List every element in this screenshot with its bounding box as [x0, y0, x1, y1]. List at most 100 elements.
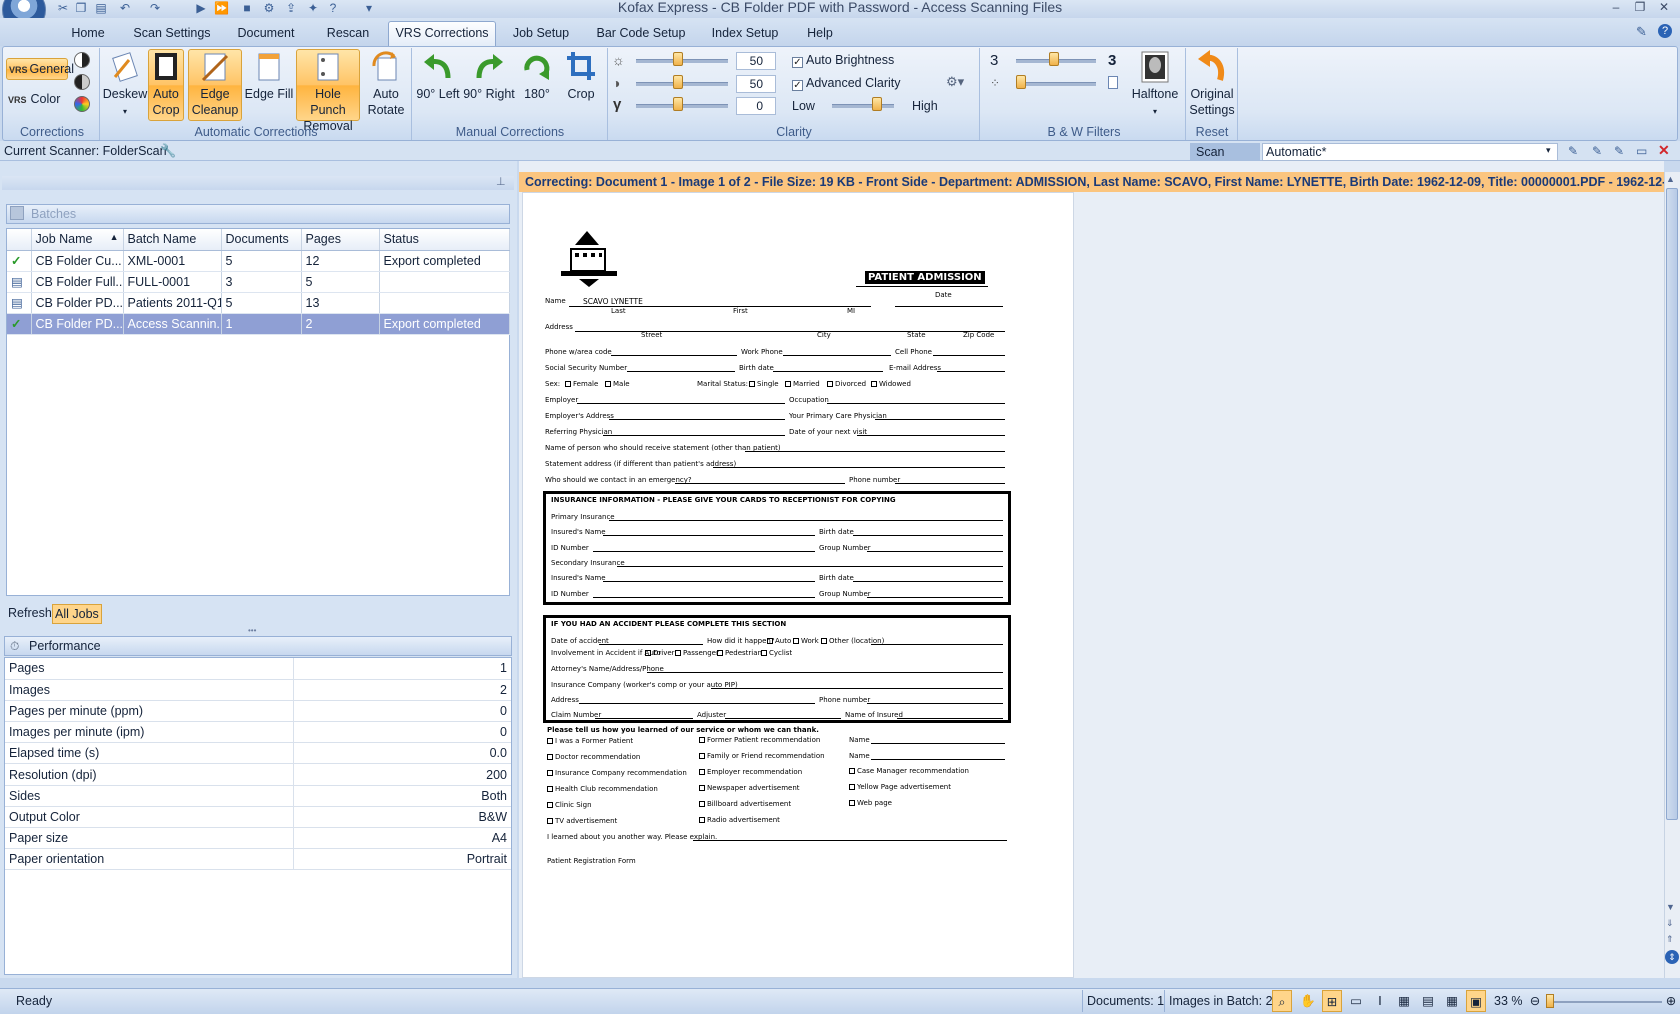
contrast-icon[interactable]	[74, 74, 90, 90]
checkbox-icon	[849, 768, 855, 774]
cell-status: Export completed	[379, 250, 510, 272]
bw-slider-b[interactable]	[1016, 82, 1096, 86]
pan-tool-icon[interactable]: ✋	[1298, 990, 1318, 1012]
page-up-icon[interactable]: ⇑	[1666, 934, 1674, 945]
minimize-icon[interactable]: –	[1606, 0, 1626, 16]
profile-delete-icon[interactable]: ✕	[1658, 142, 1670, 159]
brightness-spinner[interactable]: 50	[736, 52, 776, 70]
scan-profile-dropdown-icon[interactable]: ▾	[1546, 145, 1551, 156]
form-label: Group Number	[819, 544, 871, 552]
threshold-icon[interactable]	[74, 52, 90, 68]
brightness-icon: ☼	[612, 52, 625, 68]
form-label: Birth date	[819, 528, 854, 536]
form-label: Newspaper advertisement	[707, 784, 800, 792]
clarity-settings-icon[interactable]: ⚙▾	[946, 74, 964, 90]
close-icon[interactable]: ✕	[1654, 0, 1674, 16]
col-batch-name[interactable]: Batch Name	[123, 229, 222, 251]
table-row-selected[interactable]: ✓ CB Folder PD... Access Scannin... 1 2 …	[7, 313, 510, 335]
rotate-left-button[interactable]: 90° Left	[414, 50, 462, 102]
original-settings-button[interactable]: Original Settings	[1186, 50, 1238, 118]
col-pages[interactable]: Pages	[301, 229, 380, 251]
tab-document[interactable]: Document	[232, 24, 300, 44]
rotate-180-button[interactable]: 180°	[518, 50, 556, 102]
tab-bar-code-setup[interactable]: Bar Code Setup	[594, 24, 688, 44]
nav-icon[interactable]: ⇕	[1665, 950, 1679, 964]
color-button[interactable]: VRS Color	[6, 89, 68, 111]
zoom-slider[interactable]	[1546, 1001, 1662, 1003]
tab-scan-settings[interactable]: Scan Settings	[128, 24, 216, 44]
color-wheel-icon[interactable]	[74, 96, 90, 112]
profile-new-icon[interactable]: ✎	[1568, 144, 1578, 158]
page-down-icon[interactable]: ⇓	[1666, 918, 1674, 929]
cell-batch: Access Scannin...	[123, 313, 222, 335]
document-image[interactable]: PATIENT ADMISSION Name SCAVO LYNETTE Las…	[522, 192, 1074, 978]
scroll-thumb[interactable]	[1666, 188, 1678, 820]
all-jobs-button[interactable]: All Jobs	[52, 604, 102, 624]
scroll-down-icon[interactable]: ▼	[1666, 902, 1675, 912]
refresh-button[interactable]: Refresh	[6, 604, 54, 622]
auto-crop-button[interactable]: Auto Crop	[148, 49, 184, 121]
tab-home[interactable]: Home	[66, 24, 110, 44]
tab-index-setup[interactable]: Index Setup	[708, 24, 782, 44]
perf-value: A4	[292, 827, 511, 850]
crop-button[interactable]: Crop	[560, 50, 602, 102]
deskew-button[interactable]: Deskew ▾	[102, 50, 148, 120]
scan-profile-select[interactable]: Automatic*	[1262, 143, 1558, 161]
advanced-clarity-checkbox[interactable]: ✓ Advanced Clarity	[792, 73, 901, 95]
tab-help[interactable]: Help	[800, 24, 840, 44]
fit-width-icon[interactable]: ⊞	[1322, 990, 1342, 1012]
bw-slider-a-thumb[interactable]	[1049, 52, 1059, 66]
gamma-slider-thumb[interactable]	[673, 97, 683, 111]
splitter-grip[interactable]: •••	[248, 626, 256, 635]
profile-copy-icon[interactable]: ▭	[1636, 144, 1647, 158]
col-status[interactable]: Status	[379, 229, 510, 251]
thumbnail-icon[interactable]: ▦	[1394, 990, 1414, 1012]
edge-fill-button[interactable]: Edge Fill	[244, 50, 294, 102]
wrench-icon[interactable]: 🔧	[160, 143, 176, 159]
zoom-in-icon[interactable]: ⊕	[1664, 990, 1678, 1012]
restore-icon[interactable]: ❐	[1630, 0, 1650, 16]
tab-job-setup[interactable]: Job Setup	[508, 24, 574, 44]
profile-save-icon[interactable]: ✎	[1614, 144, 1624, 158]
bw-value-b: 3	[1108, 52, 1117, 69]
zoom-out-icon[interactable]: ⊖	[1528, 990, 1542, 1012]
form-line	[711, 688, 1003, 689]
clarity-level-slider[interactable]	[832, 104, 894, 108]
zoom-slider-thumb[interactable]	[1546, 994, 1554, 1008]
hole-punch-removal-button[interactable]: Hole Punch Removal	[296, 49, 360, 133]
form-label: State	[907, 331, 926, 339]
scroll-up-icon[interactable]: ▲	[1666, 174, 1675, 184]
table-row[interactable]: ✓ CB Folder Cu... XML-0001 5 12 Export c…	[7, 250, 510, 272]
fit-page-icon[interactable]: ▭	[1346, 990, 1366, 1012]
table-row[interactable]: ▤ CB Folder PD... Patients 2011-Q1 5 13	[7, 292, 510, 314]
form-label: Work	[801, 637, 819, 645]
contrast-slider-thumb[interactable]	[673, 75, 683, 89]
contrast-spinner[interactable]: 50	[736, 75, 776, 93]
edge-cleanup-button[interactable]: Edge Cleanup	[188, 49, 242, 121]
rotate-right-button[interactable]: 90° Right	[462, 50, 516, 102]
auto-rotate-button[interactable]: Auto Rotate	[364, 50, 408, 118]
grid-view-icon[interactable]: ▦	[1442, 990, 1462, 1012]
brightness-slider-thumb[interactable]	[673, 52, 683, 66]
gamma-spinner[interactable]: 0	[736, 97, 776, 115]
table-row[interactable]: ▤ CB Folder Full... FULL-0001 3 5	[7, 271, 510, 293]
col-documents[interactable]: Documents	[221, 229, 302, 251]
profile-edit-icon[interactable]: ✎	[1592, 144, 1602, 158]
auto-brightness-checkbox[interactable]: ✓ Auto Brightness	[792, 50, 894, 72]
tab-rescan[interactable]: Rescan	[320, 24, 376, 44]
general-button[interactable]: VRS General	[6, 58, 74, 80]
clarity-level-thumb[interactable]	[872, 97, 882, 111]
pin-icon[interactable]: ⊥	[496, 175, 506, 188]
single-view-icon[interactable]: ▣	[1466, 990, 1486, 1012]
zoom-tool-icon[interactable]: ⌕	[1272, 990, 1292, 1012]
tab-vrs-corrections[interactable]: VRS Corrections	[388, 21, 496, 47]
halftone-button[interactable]: Halftone ▾	[1128, 50, 1182, 120]
col-job-name[interactable]: Job Name ▲	[31, 229, 124, 251]
ribbon-minimize-icon[interactable]: ✎	[1636, 24, 1647, 40]
help-circle-icon[interactable]: ?	[1658, 24, 1672, 38]
scanner-icon: ▤	[7, 271, 32, 293]
split-view-icon[interactable]: ▤	[1418, 990, 1438, 1012]
actual-size-icon[interactable]: Ⅰ	[1370, 990, 1390, 1012]
form-line	[595, 718, 693, 719]
bw-slider-b-thumb[interactable]	[1016, 75, 1026, 89]
